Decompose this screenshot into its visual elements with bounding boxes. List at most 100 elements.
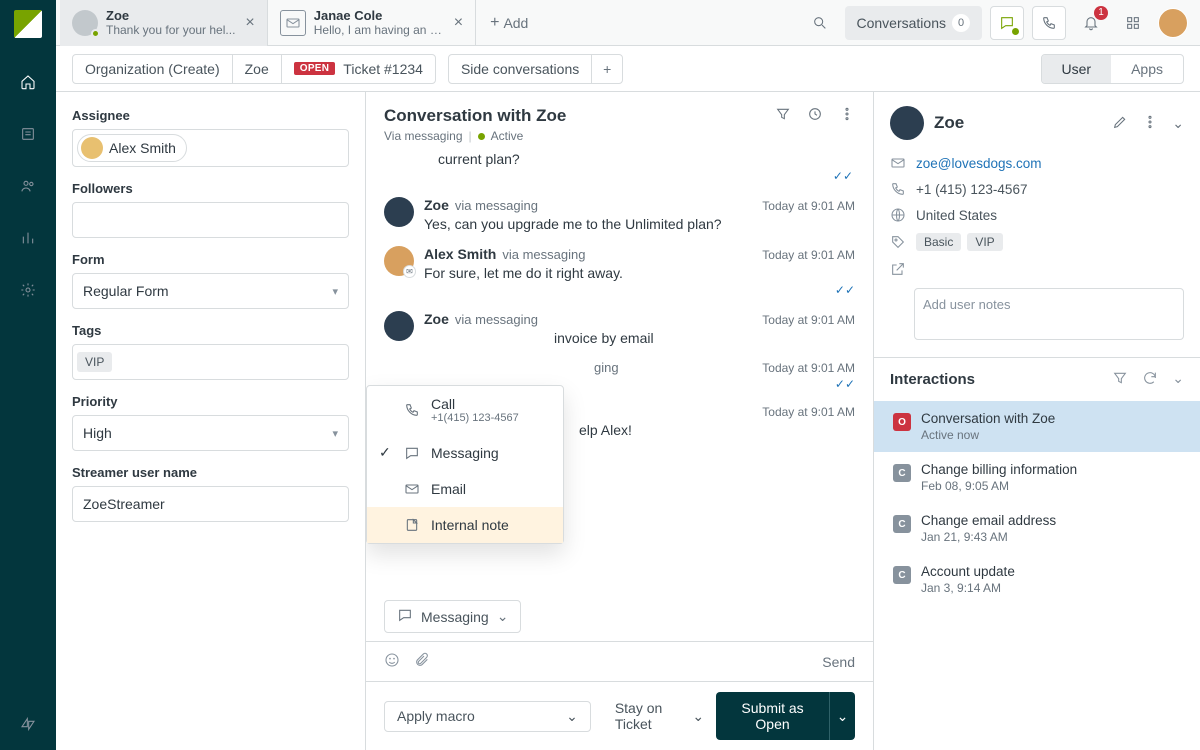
send-button[interactable]: Send <box>822 654 855 670</box>
form-select[interactable]: Regular Form ▾ <box>72 273 349 309</box>
channel-option-call[interactable]: Call+1(415) 123-4567 <box>367 386 563 434</box>
edit-icon[interactable] <box>1112 114 1128 133</box>
interaction-sub: Feb 08, 9:05 AM <box>921 479 1077 493</box>
nav-settings-icon[interactable] <box>16 278 40 302</box>
avatar <box>81 137 103 159</box>
conversations-button[interactable]: Conversations 0 <box>845 6 983 40</box>
interaction-item[interactable]: C Change billing informationFeb 08, 9:05… <box>874 452 1200 503</box>
nav-customers-icon[interactable] <box>16 174 40 198</box>
breadcrumb-ticket[interactable]: OPEN Ticket #1234 <box>282 55 435 83</box>
add-tab-button[interactable]: + Add <box>476 14 542 32</box>
read-receipt-icon: ✓✓ <box>424 283 855 297</box>
more-vertical-icon[interactable] <box>1142 114 1158 133</box>
notification-badge: 1 <box>1094 6 1108 20</box>
user-name: Zoe <box>934 113 1102 133</box>
apply-macro-select[interactable]: Apply macro ⌄ <box>384 701 591 732</box>
message-channel: via messaging <box>455 198 538 213</box>
message-row: Zoe via messaging Today at 9:01 AM invoi… <box>384 311 855 346</box>
message-row: Zoe via messaging Today at 9:01 AM Yes, … <box>384 197 855 232</box>
chat-icon[interactable] <box>990 6 1024 40</box>
submit-button[interactable]: Submit as Open <box>716 692 829 740</box>
conversation-title: Conversation with Zoe <box>384 106 775 126</box>
nav-views-icon[interactable] <box>16 122 40 146</box>
close-icon[interactable]: × <box>454 14 463 32</box>
side-conversations-button[interactable]: Side conversations <box>449 55 592 83</box>
option-sublabel: +1(415) 123-4567 <box>431 412 519 424</box>
message-channel: via messaging <box>455 312 538 327</box>
chevron-down-icon: ⌄ <box>692 708 704 725</box>
read-receipt-icon: ✓✓ <box>384 169 855 183</box>
user-tag[interactable]: VIP <box>967 233 1002 251</box>
toggle-user[interactable]: User <box>1042 55 1112 83</box>
presence-dot <box>91 29 100 38</box>
message-sender: Zoe <box>424 197 449 213</box>
refresh-icon[interactable] <box>1142 370 1158 389</box>
emoji-icon[interactable] <box>384 652 400 671</box>
tag-chip[interactable]: VIP <box>77 352 112 372</box>
channel-option-messaging[interactable]: ✓ Messaging <box>367 434 563 471</box>
brand-logo[interactable] <box>14 10 42 38</box>
status-badge: OPEN <box>294 62 336 75</box>
nav-reports-icon[interactable] <box>16 226 40 250</box>
more-vertical-icon[interactable] <box>839 106 855 125</box>
breadcrumb-org[interactable]: Organization (Create) <box>73 55 233 83</box>
avatar <box>384 197 414 227</box>
toggle-apps[interactable]: Apps <box>1111 55 1183 83</box>
notification-bell-icon[interactable]: 1 <box>1074 6 1108 40</box>
submit-dropdown-button[interactable]: ⌄ <box>829 692 855 740</box>
message-row: ✉ Alex Smith via messaging Today at 9:01… <box>384 246 855 297</box>
nav-home-icon[interactable] <box>16 70 40 94</box>
assignee-chip[interactable]: Alex Smith <box>77 134 187 162</box>
interaction-item[interactable]: O Conversation with ZoeActive now <box>874 401 1200 452</box>
conversations-label: Conversations <box>857 15 947 31</box>
option-label: Internal note <box>431 517 509 533</box>
tags-field[interactable]: VIP <box>72 344 349 380</box>
phone-icon[interactable] <box>1032 6 1066 40</box>
macro-label: Apply macro <box>397 708 475 724</box>
avatar <box>72 10 98 36</box>
user-email[interactable]: zoe@lovesdogs.com <box>916 156 1042 171</box>
streamer-input[interactable] <box>72 486 349 522</box>
streamer-text[interactable] <box>83 496 338 512</box>
message-time: Today at 9:01 AM <box>762 405 855 419</box>
assignee-field[interactable]: Alex Smith <box>72 129 349 167</box>
avatar <box>384 311 414 341</box>
user-location: United States <box>916 208 997 223</box>
user-notes-input[interactable] <box>914 288 1184 340</box>
add-side-conversation-button[interactable]: + <box>592 55 622 83</box>
stay-on-ticket-button[interactable]: Stay on Ticket ⌄ <box>615 700 704 732</box>
phone-icon <box>403 402 421 418</box>
followers-field[interactable] <box>72 202 349 238</box>
interaction-item[interactable]: C Change email addressJan 21, 9:43 AM <box>874 503 1200 554</box>
priority-value: High <box>83 425 112 441</box>
tab-title: Zoe <box>106 8 235 24</box>
filter-icon[interactable] <box>1112 370 1128 389</box>
chevron-down-icon[interactable]: ⌄ <box>1172 370 1184 389</box>
search-icon[interactable] <box>803 6 837 40</box>
breadcrumb-user[interactable]: Zoe <box>233 55 282 83</box>
channel-select-button[interactable]: Messaging ⌄ <box>384 600 521 633</box>
channel-option-internal-note[interactable]: Internal note <box>367 507 563 543</box>
channel-option-email[interactable]: Email <box>367 471 563 507</box>
chevron-down-icon[interactable]: ⌄ <box>1172 115 1184 132</box>
workspace-tab-janae[interactable]: Janae Cole Hello, I am having an is... × <box>268 0 476 46</box>
attachment-icon[interactable] <box>414 652 430 671</box>
status-badge: C <box>893 515 911 533</box>
message-fragment: current plan? <box>438 151 855 167</box>
apps-grid-icon[interactable] <box>1116 6 1150 40</box>
history-icon[interactable] <box>807 106 823 125</box>
option-label: Call <box>431 396 519 412</box>
workspace-tab-zoe[interactable]: Zoe Thank you for your hel... × <box>60 0 268 46</box>
chat-icon <box>403 445 421 461</box>
chevron-down-icon: ▾ <box>332 285 338 298</box>
via-label: Via messaging <box>384 129 463 143</box>
envelope-icon <box>403 481 421 497</box>
external-link-icon[interactable] <box>890 261 906 277</box>
interaction-item[interactable]: C Account updateJan 3, 9:14 AM <box>874 554 1200 605</box>
filter-icon[interactable] <box>775 106 791 125</box>
zendesk-icon[interactable] <box>16 712 40 736</box>
priority-select[interactable]: High ▾ <box>72 415 349 451</box>
close-icon[interactable]: × <box>245 14 254 32</box>
me-avatar[interactable] <box>1158 8 1188 38</box>
user-tag[interactable]: Basic <box>916 233 961 251</box>
